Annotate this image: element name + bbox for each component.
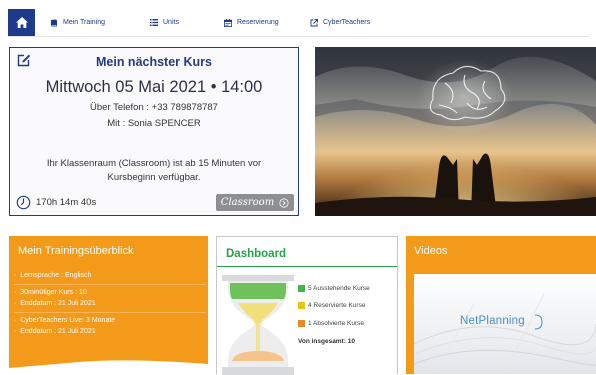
course-teacher: Mit : Sonia SPENCER xyxy=(107,118,201,129)
external-link-icon xyxy=(310,18,318,26)
video-thumbnail[interactable]: NetPlanning xyxy=(414,274,596,374)
decorative-wave xyxy=(9,360,208,374)
legend-swatch-green xyxy=(298,285,305,292)
nav-units[interactable]: Units xyxy=(150,9,179,36)
nav-label: Reservierung xyxy=(237,19,279,26)
countdown-text: 170h 14m 40s xyxy=(36,197,97,208)
legend-label: 1 Absolvierte Kurse xyxy=(308,320,365,327)
overview-row-text: 30minütiger Kurs : 10 xyxy=(20,289,87,296)
overview-row-text: CyberTeachers Live: 3 Monate xyxy=(20,317,116,324)
videos-title: Videos xyxy=(414,245,448,257)
list-icon xyxy=(150,19,158,26)
calendar-icon xyxy=(224,18,232,27)
home-icon xyxy=(15,17,28,28)
nav-label: CyberTeachers xyxy=(323,19,371,26)
nav-mein-training[interactable]: Mein Training xyxy=(50,9,105,36)
course-date: Mittwoch 05 Mai 2021 • 14:00 xyxy=(45,78,263,96)
hourglass-icon xyxy=(222,275,294,375)
dashboard-title: Dashboard xyxy=(226,248,287,260)
nav-cyberteachers[interactable]: CyberTeachers xyxy=(310,9,370,36)
course-note-line-1: Ihr Klassenraum (Classroom) ist ab 15 Mi… xyxy=(46,158,262,169)
netplanning-logo-text: NetPlanning xyxy=(460,315,525,327)
legend-item: 4 Reservierte Kurse xyxy=(298,302,365,309)
book-icon xyxy=(51,19,57,26)
videos-card: Videos NetPlanning xyxy=(406,236,596,374)
overview-row: · Lernsprache : Englisch xyxy=(14,272,92,279)
overview-row: · 30minütiger Kurs : 10 xyxy=(14,289,87,296)
training-overview-card: Mein Trainingsüberblick · Lernsprache : … xyxy=(9,236,208,374)
hero-image xyxy=(315,47,596,216)
overview-row: · CyberTeachers Live: 3 Monate xyxy=(14,317,116,324)
course-phone: Über Telefon : +33 789878787 xyxy=(90,102,218,113)
overview-row-text: Enddatum : 21 Juli 2021 xyxy=(20,328,96,335)
legend-swatch-orange xyxy=(298,320,305,327)
home-button[interactable] xyxy=(8,9,35,36)
nav-label: Mein Training xyxy=(63,19,106,26)
course-note-line-2: Kursbeginn verfügbar. xyxy=(107,172,201,183)
overview-title: Mein Trainingsüberblick xyxy=(18,245,134,257)
logo-bracket-icon xyxy=(534,314,543,330)
legend-swatch-yellow xyxy=(298,302,305,309)
legend-item: 1 Absolvierte Kurse xyxy=(298,320,364,327)
course-card-title: Mein nächster Kurs xyxy=(95,55,212,69)
next-course-card: Mein nächster Kurs Mittwoch 05 Mai 2021 … xyxy=(9,47,299,216)
top-nav: Mein Training Units Reservierung CyberTe… xyxy=(8,9,590,37)
overview-divider xyxy=(14,312,206,313)
legend-item: 5 Ausstehende Kurse xyxy=(298,285,370,292)
dashboard-card: Dashboard 5 Ausstehende Kurse 4 Reservie… xyxy=(216,236,398,375)
nav-reservierung[interactable]: Reservierung xyxy=(224,9,279,36)
dashboard-divider xyxy=(217,266,397,267)
classroom-button[interactable]: Classroom xyxy=(216,194,294,211)
overview-row: · Enddatum : 21 Juli 2021 xyxy=(14,300,96,307)
dashboard-total: Von insgesamt: 10 xyxy=(298,338,355,345)
nav-label: Units xyxy=(163,19,179,26)
brain-hands-illustration xyxy=(315,47,596,216)
overview-row-text: Enddatum : 21 Juli 2021 xyxy=(20,300,96,307)
timer-icon xyxy=(16,195,31,210)
overview-row-text: Lernsprache : Englisch xyxy=(20,272,92,279)
chevron-right-circle-icon xyxy=(279,197,289,208)
legend-label: 5 Ausstehende Kurse xyxy=(308,285,370,292)
classroom-button-label: Classroom xyxy=(220,197,275,208)
overview-row: · Enddatum : 21 Juli 2021 xyxy=(14,328,96,335)
legend-label: 4 Reservierte Kurse xyxy=(308,302,366,309)
overview-divider xyxy=(14,284,206,285)
